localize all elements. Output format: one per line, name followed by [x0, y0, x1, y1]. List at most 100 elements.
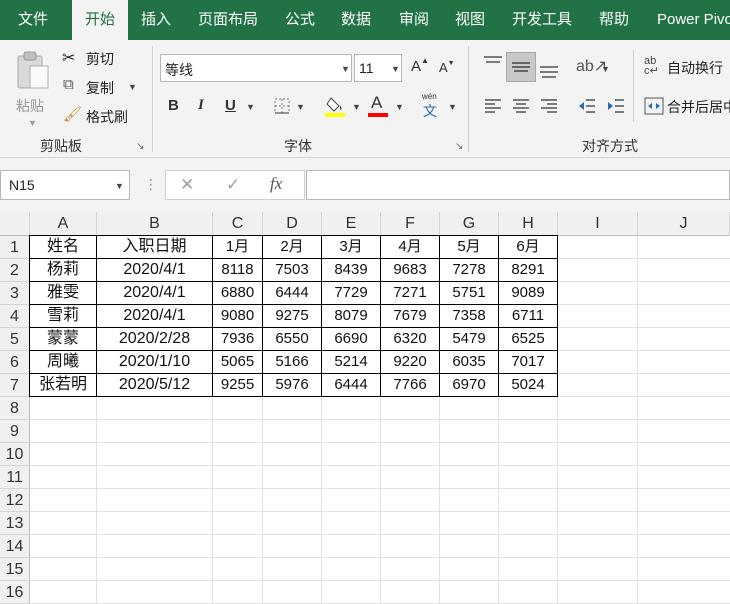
table-cell[interactable]: 7936	[212, 327, 263, 351]
tab-data[interactable]: 数据	[341, 0, 371, 40]
table-cell[interactable]: 7679	[380, 304, 440, 328]
row-header[interactable]: 4	[0, 305, 30, 328]
column-header[interactable]: B	[97, 212, 213, 236]
tab-insert[interactable]: 插入	[141, 0, 171, 40]
row-header[interactable]: 8	[0, 397, 30, 420]
clipboard-launcher-icon[interactable]: ↘	[136, 141, 144, 152]
select-all-corner[interactable]	[0, 212, 30, 236]
table-cell[interactable]: 5751	[439, 281, 499, 305]
table-cell[interactable]: 7017	[498, 350, 558, 374]
align-top-icon[interactable]	[482, 54, 504, 72]
table-cell[interactable]: 6320	[380, 327, 440, 351]
table-cell[interactable]: 7358	[439, 304, 499, 328]
table-cell[interactable]: 雅雯	[29, 281, 97, 305]
name-box[interactable]: N15 ▼	[0, 170, 130, 200]
table-cell[interactable]: 6711	[498, 304, 558, 328]
tab-developer[interactable]: 开发工具	[512, 0, 572, 40]
decrease-indent-icon[interactable]	[577, 98, 597, 114]
header-cell[interactable]: 4月	[380, 235, 440, 259]
header-cell[interactable]: 姓名	[29, 235, 97, 259]
underline-dropdown-icon[interactable]: ▼	[246, 102, 255, 112]
row-header[interactable]: 16	[0, 581, 30, 604]
font-color-dropdown-icon[interactable]: ▼	[395, 102, 404, 112]
table-cell[interactable]: 9089	[498, 281, 558, 305]
copy-button[interactable]: ⧉ 复制 ▼	[62, 76, 140, 98]
row-header[interactable]: 1	[0, 236, 30, 259]
insert-function-icon[interactable]: fx	[270, 174, 282, 194]
table-cell[interactable]: 蒙蒙	[29, 327, 97, 351]
align-left-icon[interactable]	[483, 98, 503, 114]
table-cell[interactable]: 9683	[380, 258, 440, 282]
cut-button[interactable]: ✂ 剪切	[62, 47, 132, 69]
table-cell[interactable]: 杨莉	[29, 258, 97, 282]
font-size-select[interactable]: 11 ▼	[354, 54, 402, 82]
table-cell[interactable]: 2020/4/1	[96, 281, 213, 305]
column-header[interactable]: G	[440, 212, 499, 236]
table-cell[interactable]: 6970	[439, 373, 499, 397]
table-cell[interactable]: 6525	[498, 327, 558, 351]
row-header[interactable]: 5	[0, 328, 30, 351]
table-cell[interactable]: 5479	[439, 327, 499, 351]
table-cell[interactable]: 6444	[262, 281, 322, 305]
row-header[interactable]: 14	[0, 535, 30, 558]
table-cell[interactable]: 9220	[380, 350, 440, 374]
align-middle-button[interactable]	[506, 52, 536, 82]
wrap-text-button[interactable]: ab c↵ 自动换行	[644, 56, 730, 80]
tab-power-pivot[interactable]: Power Pivot	[657, 0, 730, 40]
row-header[interactable]: 12	[0, 489, 30, 512]
row-header[interactable]: 6	[0, 351, 30, 374]
table-cell[interactable]: 6880	[212, 281, 263, 305]
column-header[interactable]: I	[558, 212, 638, 236]
table-cell[interactable]: 5024	[498, 373, 558, 397]
table-cell[interactable]: 7278	[439, 258, 499, 282]
fill-color-dropdown-icon[interactable]: ▼	[352, 102, 361, 112]
bold-button[interactable]: B	[168, 97, 179, 114]
font-launcher-icon[interactable]: ↘	[455, 141, 463, 152]
row-header[interactable]: 9	[0, 420, 30, 443]
column-header[interactable]: A	[30, 212, 97, 236]
table-cell[interactable]: 5166	[262, 350, 322, 374]
column-header[interactable]: E	[322, 212, 381, 236]
italic-button[interactable]: I	[198, 97, 204, 114]
table-cell[interactable]: 6550	[262, 327, 322, 351]
table-cell[interactable]: 9080	[212, 304, 263, 328]
table-cell[interactable]: 9255	[212, 373, 263, 397]
tab-help[interactable]: 帮助	[599, 0, 629, 40]
paste-button[interactable]: 粘贴 ▼	[12, 48, 52, 128]
column-header[interactable]: D	[263, 212, 322, 236]
merge-center-button[interactable]: 合并后居中	[644, 95, 730, 119]
tab-file[interactable]: 文件	[18, 0, 48, 40]
table-cell[interactable]: 5065	[212, 350, 263, 374]
row-header[interactable]: 13	[0, 512, 30, 535]
row-header[interactable]: 2	[0, 259, 30, 282]
column-header[interactable]: C	[213, 212, 263, 236]
phonetic-dropdown-icon[interactable]: ▼	[448, 102, 457, 112]
table-cell[interactable]: 8079	[321, 304, 381, 328]
table-cell[interactable]: 2020/4/1	[96, 258, 213, 282]
table-cell[interactable]: 5214	[321, 350, 381, 374]
tab-review[interactable]: 审阅	[399, 0, 429, 40]
header-cell[interactable]: 6月	[498, 235, 558, 259]
row-header[interactable]: 7	[0, 374, 30, 397]
enter-icon[interactable]: ✓	[226, 175, 240, 195]
header-cell[interactable]: 1月	[212, 235, 263, 259]
formula-input[interactable]	[306, 170, 730, 200]
align-center-icon[interactable]	[511, 98, 531, 114]
phonetic-button[interactable]: wén 文	[420, 92, 446, 119]
row-header[interactable]: 10	[0, 443, 30, 466]
align-bottom-icon[interactable]	[538, 58, 560, 80]
table-cell[interactable]: 7766	[380, 373, 440, 397]
shrink-font-button[interactable]: A▼	[439, 60, 455, 75]
table-cell[interactable]: 5976	[262, 373, 322, 397]
tab-page-layout[interactable]: 页面布局	[198, 0, 258, 40]
table-cell[interactable]: 8118	[212, 258, 263, 282]
table-cell[interactable]: 周曦	[29, 350, 97, 374]
table-cell[interactable]: 7271	[380, 281, 440, 305]
format-painter-button[interactable]: 🖌 格式刷	[62, 105, 140, 127]
header-cell[interactable]: 5月	[439, 235, 499, 259]
table-cell[interactable]: 7503	[262, 258, 322, 282]
font-name-select[interactable]: 等线 ▼	[160, 54, 352, 82]
header-cell[interactable]: 2月	[262, 235, 322, 259]
table-cell[interactable]: 8439	[321, 258, 381, 282]
row-header[interactable]: 3	[0, 282, 30, 305]
